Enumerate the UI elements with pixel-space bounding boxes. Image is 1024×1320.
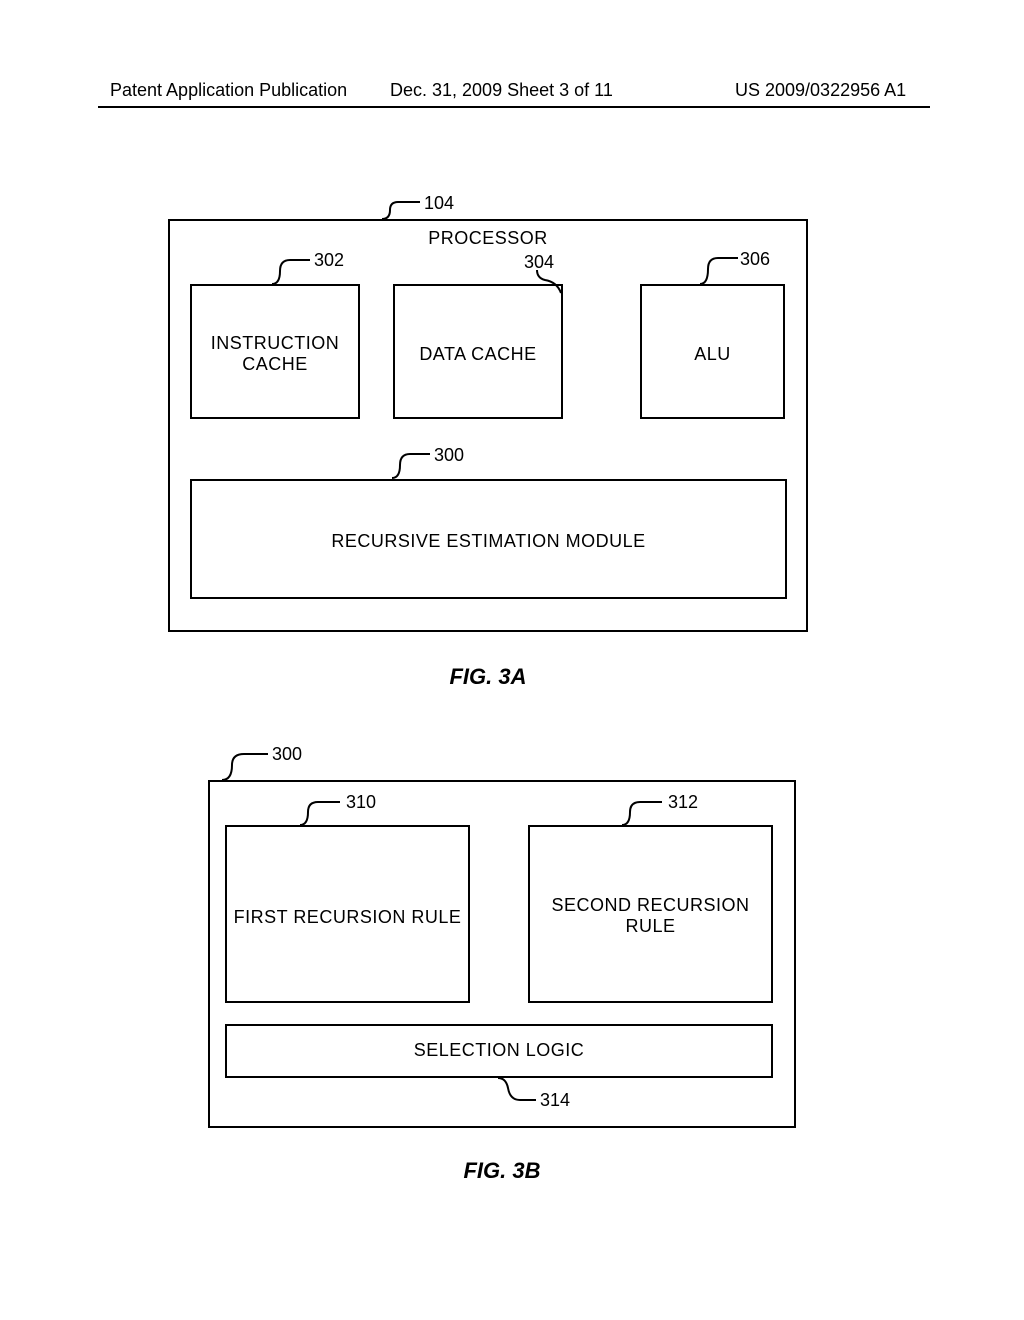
page: Patent Application Publication Dec. 31, … xyxy=(0,0,1024,1320)
figA-ref-300: 300 xyxy=(434,445,464,466)
header-right: US 2009/0322956 A1 xyxy=(735,80,906,101)
figB-ref-314: 314 xyxy=(540,1090,570,1111)
header-rule xyxy=(98,106,930,108)
figA-caption: FIG. 3A xyxy=(168,664,808,690)
figB-ref-310: 310 xyxy=(346,792,376,813)
figA-label-instruction-cache: INSTRUCTION CACHE xyxy=(190,333,360,375)
figB-caption: FIG. 3B xyxy=(208,1158,796,1184)
figB-label-selection-logic: SELECTION LOGIC xyxy=(225,1040,773,1061)
figA-ref-306: 306 xyxy=(740,249,770,270)
figA-ref-304: 304 xyxy=(524,252,554,273)
figA-label-alu: ALU xyxy=(640,344,785,365)
figA-ref-302: 302 xyxy=(314,250,344,271)
header-mid: Dec. 31, 2009 Sheet 3 of 11 xyxy=(390,80,613,101)
figB-label-second-rule: SECOND RECURSION RULE xyxy=(528,895,773,937)
figA-title: PROCESSOR xyxy=(168,228,808,249)
figA-label-data-cache: DATA CACHE xyxy=(393,344,563,365)
figA-ref-outer: 104 xyxy=(424,193,454,214)
figB-ref-outer: 300 xyxy=(272,744,302,765)
figB-label-first-rule: FIRST RECURSION RULE xyxy=(225,907,470,928)
header-left: Patent Application Publication xyxy=(110,80,347,101)
figB-ref-312: 312 xyxy=(668,792,698,813)
figA-label-recursion-module: RECURSIVE ESTIMATION MODULE xyxy=(190,531,787,552)
